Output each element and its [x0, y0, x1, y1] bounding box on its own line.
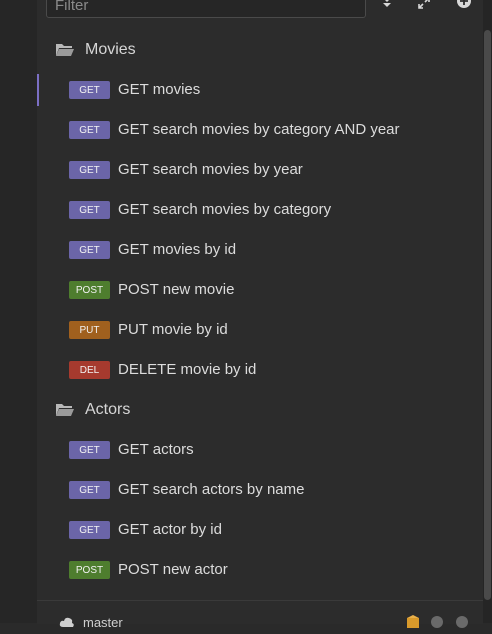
- sort-down-icon[interactable]: [378, 0, 396, 12]
- request-label: GET movies by id: [118, 241, 237, 258]
- request-label: GET search movies by category AND year: [118, 121, 400, 138]
- request-item[interactable]: GET GET movies by id: [37, 234, 483, 266]
- filter-bar[interactable]: [46, 0, 366, 18]
- status-footer: master: [37, 600, 483, 630]
- request-item[interactable]: GET GET actors: [37, 434, 483, 466]
- method-badge: GET: [69, 481, 110, 499]
- folder-actors[interactable]: Actors: [55, 400, 130, 420]
- scrollbar[interactable]: [483, 0, 492, 623]
- request-item[interactable]: GET GET search actors by name: [37, 474, 483, 506]
- request-item[interactable]: GET GET movies: [37, 74, 483, 106]
- request-label: GET actor by id: [118, 521, 222, 538]
- request-label: POST new movie: [118, 281, 235, 298]
- request-label: GET movies: [118, 81, 201, 98]
- request-item[interactable]: POST POST new movie: [37, 274, 483, 306]
- request-item[interactable]: GET GET search movies by year: [37, 154, 483, 186]
- method-badge: GET: [69, 161, 110, 179]
- method-badge: GET: [69, 441, 110, 459]
- request-item[interactable]: DEL DELETE movie by id: [37, 354, 483, 386]
- request-label: GET search actors by name: [118, 481, 305, 498]
- request-label: GET search movies by category: [118, 201, 332, 218]
- method-badge: GET: [69, 201, 110, 219]
- request-item[interactable]: GET GET search movies by category AND yea…: [37, 114, 483, 146]
- method-badge: POST: [69, 281, 110, 299]
- request-item[interactable]: GET GET actor by id: [37, 514, 483, 546]
- left-strip: [0, 0, 37, 623]
- request-label: GET actors: [118, 441, 194, 458]
- folder-label: Movies: [85, 41, 136, 58]
- package-icon[interactable]: [406, 615, 420, 629]
- request-label: PUT movie by id: [118, 321, 228, 338]
- folder-label: Actors: [85, 401, 131, 418]
- request-item[interactable]: PUT PUT movie by id: [37, 314, 483, 346]
- request-label: GET search movies by year: [118, 161, 303, 178]
- method-badge: GET: [69, 241, 110, 259]
- scroll-thumb[interactable]: [484, 30, 491, 600]
- request-label: POST new actor: [118, 561, 228, 578]
- method-badge: GET: [69, 121, 110, 139]
- method-badge: POST: [69, 561, 110, 579]
- request-item[interactable]: POST POST new actor: [37, 554, 483, 586]
- filter-input[interactable]: [55, 0, 355, 15]
- settings-icon[interactable]: [455, 615, 469, 629]
- method-badge: DEL: [69, 361, 110, 379]
- cloud-sync-icon[interactable]: [430, 615, 444, 629]
- method-badge: GET: [69, 81, 110, 99]
- folder-open-icon: [55, 42, 75, 58]
- cloud-icon: [59, 615, 74, 629]
- request-label: DELETE movie by id: [118, 361, 257, 378]
- folder-movies[interactable]: Movies: [55, 40, 136, 60]
- method-badge: PUT: [69, 321, 110, 339]
- expand-icon[interactable]: [415, 0, 433, 12]
- plus-circle-icon[interactable]: [455, 0, 473, 12]
- method-badge: GET: [69, 521, 110, 539]
- folder-open-icon: [55, 402, 75, 418]
- request-item[interactable]: GET GET search movies by category: [37, 194, 483, 226]
